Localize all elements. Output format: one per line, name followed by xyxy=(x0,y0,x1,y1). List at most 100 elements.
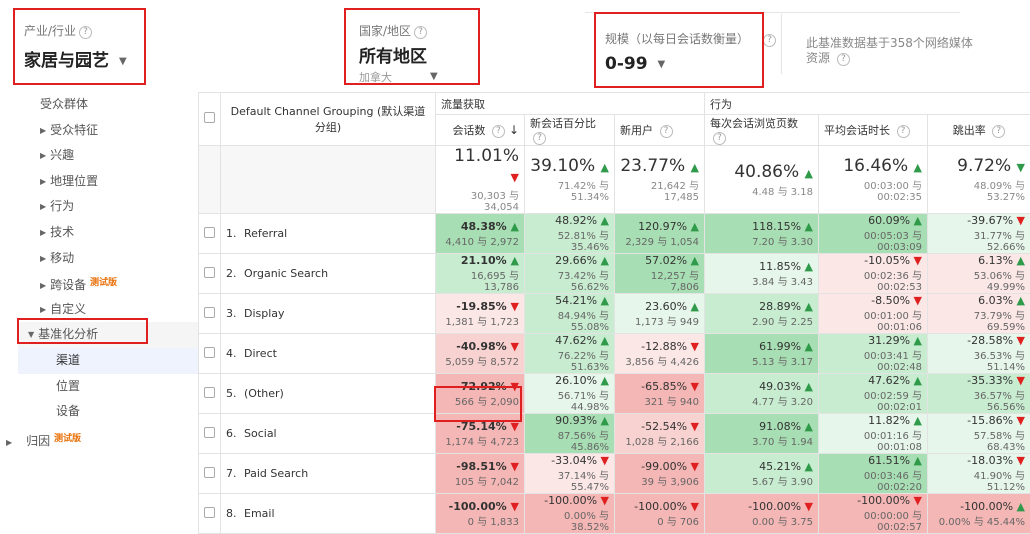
arrow-down-icon: ▼ xyxy=(1017,454,1025,467)
sidebar: 受众群体 ▶受众特征 ▶兴趣 ▶地理位置 ▶行为 ▶技术 ▶移动 ▶跨设备 测试… xyxy=(18,92,198,470)
total-cell: 9.72% ▼48.09% 与 53.27% xyxy=(928,146,1030,214)
col-sessions[interactable]: 会话数 ?↓ xyxy=(436,115,525,146)
row-checkbox[interactable] xyxy=(199,294,221,334)
sidebar-item-technology[interactable]: ▶技术 xyxy=(18,220,198,246)
dimension-header[interactable]: Default Channel Grouping (默认渠道分组) xyxy=(221,93,436,146)
arrow-up-icon: ▲ xyxy=(805,300,813,313)
sidebar-item-interests[interactable]: ▶兴趣 xyxy=(18,143,198,169)
row-label[interactable]: 2.Organic Search xyxy=(221,254,436,294)
metric-cell: 47.62% ▲76.22% 与 51.63% xyxy=(525,334,615,374)
row-label[interactable]: 6.Social xyxy=(221,414,436,454)
metric-cell: 47.62% ▲00:02:59 与 00:02:01 xyxy=(819,374,928,414)
metric-cell: 6.13% ▲53.06% 与 49.99% xyxy=(928,254,1030,294)
metric-cell: 49.03% ▲4.77 与 3.20 xyxy=(705,374,819,414)
help-icon[interactable]: ? xyxy=(660,125,673,138)
table-row[interactable]: 2.Organic Search21.10% ▲16,695 与 13,7862… xyxy=(199,254,1030,294)
arrow-down-icon: ▼ xyxy=(691,420,699,433)
metric-cell: -18.03% ▼41.90% 与 51.12% xyxy=(928,454,1030,494)
metric-cell: 6.03% ▲73.79% 与 69.59% xyxy=(928,294,1030,334)
row-label[interactable]: 3.Display xyxy=(221,294,436,334)
row-label[interactable]: 1.Referral xyxy=(221,214,436,254)
col-new-sessions[interactable]: 新会话百分比 ? xyxy=(525,115,615,146)
table-row[interactable]: 3.Display-19.85% ▼1,381 与 1,72354.21% ▲8… xyxy=(199,294,1030,334)
help-icon[interactable]: ? xyxy=(763,34,776,47)
sidebar-header[interactable]: 受众群体 xyxy=(18,92,198,118)
metric-cell: 11.82% ▲00:01:16 与 00:01:08 xyxy=(819,414,928,454)
table-row[interactable]: 5.(Other)-72.92% ▼566 与 2,09026.10% ▲56.… xyxy=(199,374,1030,414)
help-icon[interactable]: ? xyxy=(897,125,910,138)
arrow-up-icon: ▲ xyxy=(805,167,813,180)
help-icon[interactable]: ? xyxy=(713,132,726,145)
row-label[interactable]: 5.(Other) xyxy=(221,374,436,414)
arrow-up-icon: ▲ xyxy=(914,414,922,427)
metric-cell: -8.50% ▼00:01:00 与 00:01:06 xyxy=(819,294,928,334)
sidebar-item-cross-device[interactable]: ▶跨设备 测试版 xyxy=(18,271,198,297)
metric-cell: 21.10% ▲16,695 与 13,786 xyxy=(436,254,525,294)
sidebar-item-attribution[interactable]: ▶归因 测试版 xyxy=(6,431,81,449)
sidebar-item-behavior[interactable]: ▶行为 xyxy=(18,194,198,220)
col-new-users[interactable]: 新用户 ? xyxy=(615,115,705,146)
sidebar-item-channels[interactable]: 渠道 xyxy=(18,348,198,374)
row-checkbox[interactable] xyxy=(199,494,221,534)
metric-cell: 28.89% ▲2.90 与 2.25 xyxy=(705,294,819,334)
metric-cell: -100.00% ▼00:00:00 与 00:02:57 xyxy=(819,494,928,534)
row-label[interactable]: 7.Paid Search xyxy=(221,454,436,494)
sidebar-item-devices[interactable]: 设备 xyxy=(18,399,198,425)
arrow-down-icon: ▼ xyxy=(914,254,922,267)
arrow-up-icon: ▲ xyxy=(914,161,922,174)
totals-row: 11.01% ▼30,303 与 34,054 39.10% ▲71.42% 与… xyxy=(199,146,1030,214)
metric-cell: 60.09% ▲00:05:03 与 00:03:09 xyxy=(819,214,928,254)
arrow-up-icon: ▲ xyxy=(601,414,609,427)
arrow-down-icon: ▼ xyxy=(691,460,699,473)
row-label[interactable]: 8.Email xyxy=(221,494,436,534)
arrow-up-icon: ▲ xyxy=(691,254,699,267)
metric-cell: 54.21% ▲84.94% 与 55.08% xyxy=(525,294,615,334)
select-all-checkbox[interactable] xyxy=(199,93,221,146)
sidebar-item-demographics[interactable]: ▶受众特征 xyxy=(18,118,198,144)
col-avg-duration[interactable]: 平均会话时长 ? xyxy=(819,115,928,146)
beta-badge: 测试版 xyxy=(90,278,117,288)
metric-cell: -100.00% ▼0 与 706 xyxy=(615,494,705,534)
sidebar-item-location[interactable]: 位置 xyxy=(18,374,198,400)
table-row[interactable]: 6.Social-75.14% ▼1,174 与 4,72390.93% ▲87… xyxy=(199,414,1030,454)
metric-cell: -12.88% ▼3,856 与 4,426 xyxy=(615,334,705,374)
group-acquisition: 流量获取 xyxy=(436,93,705,115)
row-checkbox[interactable] xyxy=(199,414,221,454)
metric-cell: 91.08% ▲3.70 与 1.94 xyxy=(705,414,819,454)
metric-cell: -52.54% ▼1,028 与 2,166 xyxy=(615,414,705,454)
table-row[interactable]: 4.Direct-40.98% ▼5,059 与 8,57247.62% ▲76… xyxy=(199,334,1030,374)
arrow-down-icon: ▼ xyxy=(511,171,519,184)
benchmark-note: 此基准数据基于358个网络媒体资源 ? xyxy=(806,36,976,66)
table-row[interactable]: 7.Paid Search-98.51% ▼105 与 7,042-33.04%… xyxy=(199,454,1030,494)
metric-cell: -10.05% ▼00:02:36 与 00:02:53 xyxy=(819,254,928,294)
arrow-up-icon: ▲ xyxy=(1017,254,1025,267)
sidebar-item-geo[interactable]: ▶地理位置 xyxy=(18,169,198,195)
metric-cell: -39.67% ▼31.77% 与 52.66% xyxy=(928,214,1030,254)
arrow-down-icon: ▼ xyxy=(691,380,699,393)
arrow-up-icon: ▲ xyxy=(691,220,699,233)
row-label[interactable]: 4.Direct xyxy=(221,334,436,374)
col-pages-per-session[interactable]: 每次会话浏览页数 ? xyxy=(705,115,819,146)
row-checkbox[interactable] xyxy=(199,334,221,374)
col-bounce-rate[interactable]: 跳出率 ? xyxy=(928,115,1030,146)
row-checkbox[interactable] xyxy=(199,454,221,494)
help-icon[interactable]: ? xyxy=(492,125,505,138)
table-row[interactable]: 8.Email-100.00% ▼0 与 1,833-100.00% ▼0.00… xyxy=(199,494,1030,534)
row-checkbox[interactable] xyxy=(199,254,221,294)
triangle-right-icon: ▶ xyxy=(40,126,46,135)
help-icon[interactable]: ? xyxy=(837,53,850,66)
help-icon[interactable]: ? xyxy=(533,132,546,145)
metric-cell: 48.38% ▲4,410 与 2,972 xyxy=(436,214,525,254)
metric-cell: -100.00% ▼0 与 1,833 xyxy=(436,494,525,534)
row-checkbox[interactable] xyxy=(199,374,221,414)
metric-cell: -98.51% ▼105 与 7,042 xyxy=(436,454,525,494)
help-icon[interactable]: ? xyxy=(992,125,1005,138)
row-checkbox[interactable] xyxy=(199,214,221,254)
divider xyxy=(781,14,782,74)
arrow-up-icon: ▲ xyxy=(805,260,813,273)
metric-cell: -35.33% ▼36.57% 与 56.56% xyxy=(928,374,1030,414)
beta-badge: 测试版 xyxy=(54,434,81,444)
table-row[interactable]: 1.Referral48.38% ▲4,410 与 2,97248.92% ▲5… xyxy=(199,214,1030,254)
sidebar-item-mobile[interactable]: ▶移动 xyxy=(18,246,198,272)
arrow-down-icon: ▼ xyxy=(511,340,519,353)
